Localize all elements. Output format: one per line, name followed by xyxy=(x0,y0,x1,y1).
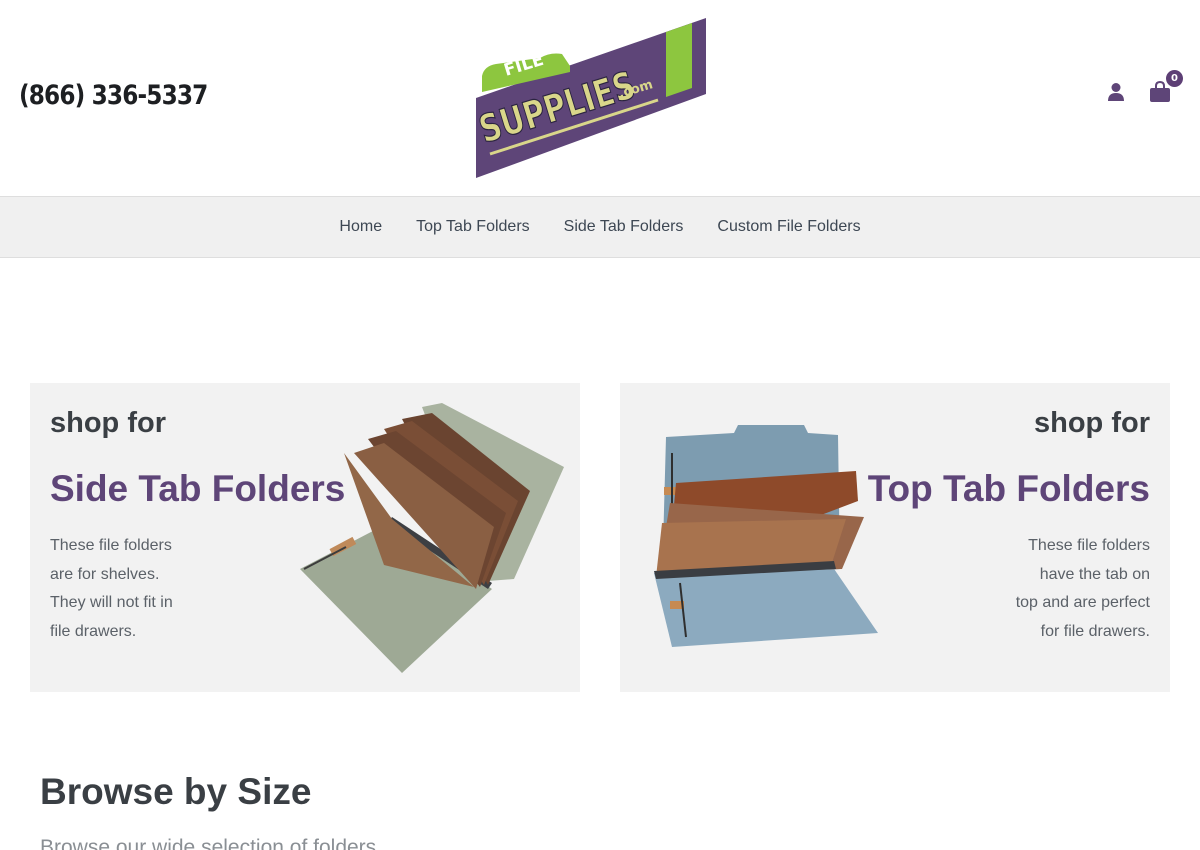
promo-pre-label: shop for xyxy=(1034,407,1150,439)
nav-item-side-tab-folders[interactable]: Side Tab Folders xyxy=(547,218,701,236)
browse-by-size-heading: Browse by Size xyxy=(40,771,312,812)
promo-description: These file folders have the tab on top a… xyxy=(990,532,1150,646)
promo-title[interactable]: Side Tab Folders xyxy=(50,468,345,510)
account-button[interactable] xyxy=(1104,78,1128,106)
promo-desc-line: are for shelves. xyxy=(50,565,160,583)
site-logo[interactable]: FILE SUPPLIES .com xyxy=(470,14,715,182)
promo-desc-line: They will not fit in xyxy=(50,594,173,611)
promo-description: These file folders are for shelves. They… xyxy=(50,532,200,646)
promo-desc-line: These file folders xyxy=(1028,537,1150,554)
phone-number[interactable]: (866) 336-5337 xyxy=(19,80,208,111)
user-icon xyxy=(1108,83,1124,101)
top-tab-folder-image xyxy=(654,425,878,647)
site-header: (866) 336-5337 FILE SUPPLIES .com 0 xyxy=(0,0,1200,196)
promo-card-side-tab[interactable]: shop for Side Tab Folders These file fol… xyxy=(30,383,580,692)
nav-item-home[interactable]: Home xyxy=(322,218,399,236)
promo-desc-line: These file folders xyxy=(50,537,172,554)
cart-button[interactable]: 0 xyxy=(1148,70,1183,106)
promo-desc-line: file drawers. xyxy=(50,622,137,640)
side-tab-folder-image xyxy=(300,403,564,673)
promo-card-top-tab[interactable]: shop for Top Tab Folders These file fold… xyxy=(620,383,1170,692)
promo-pre-label: shop for xyxy=(50,407,166,439)
main-nav: Home Top Tab Folders Side Tab Folders Cu… xyxy=(0,196,1200,258)
promo-desc-line: for file drawers. xyxy=(1040,622,1150,640)
nav-item-top-tab-folders[interactable]: Top Tab Folders xyxy=(399,218,547,236)
promo-desc-line: top and are perfect xyxy=(1015,594,1150,611)
promo-desc-line: have the tab on xyxy=(1039,565,1150,583)
cart-count-badge: 0 xyxy=(1166,70,1183,87)
promo-title[interactable]: Top Tab Folders xyxy=(868,468,1150,510)
nav-item-custom-file-folders[interactable]: Custom File Folders xyxy=(700,218,877,236)
browse-by-size-subtitle: Browse our wide selection of folders xyxy=(40,836,377,850)
